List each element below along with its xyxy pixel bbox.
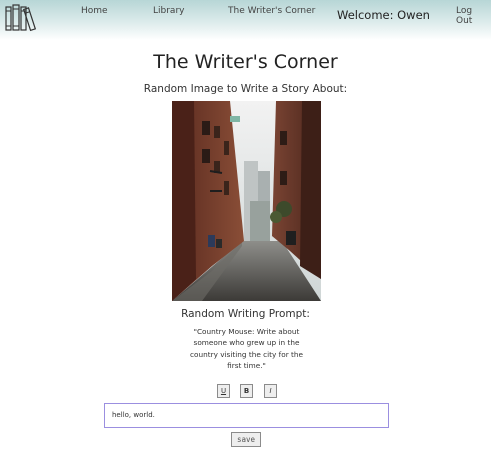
nav-home-link[interactable]: Home xyxy=(81,6,108,16)
nav-library-link[interactable]: Library xyxy=(153,6,184,16)
alley-photo xyxy=(172,101,321,301)
page-title: The Writer's Corner xyxy=(153,51,338,73)
editor-text: hello, world. xyxy=(112,411,155,419)
prompt-text: "Country Mouse: Write about someone who … xyxy=(189,327,304,370)
nav-writers-corner-link[interactable]: The Writer's Corner xyxy=(228,6,315,16)
save-button[interactable]: save xyxy=(231,432,261,447)
image-subtitle: Random Image to Write a Story About: xyxy=(143,83,348,95)
books-logo-icon[interactable] xyxy=(4,3,36,33)
top-header: Home Library The Writer's Corner Welcome… xyxy=(0,0,491,40)
italic-button[interactable]: I xyxy=(264,384,277,398)
bold-button[interactable]: B xyxy=(240,384,253,398)
logout-link[interactable]: Log Out xyxy=(456,6,491,26)
story-editor[interactable]: hello, world. xyxy=(104,403,389,428)
prompt-heading: Random Writing Prompt: xyxy=(181,308,310,320)
welcome-user-text: Welcome: Owen xyxy=(337,8,430,22)
underline-button[interactable]: U xyxy=(217,384,230,398)
